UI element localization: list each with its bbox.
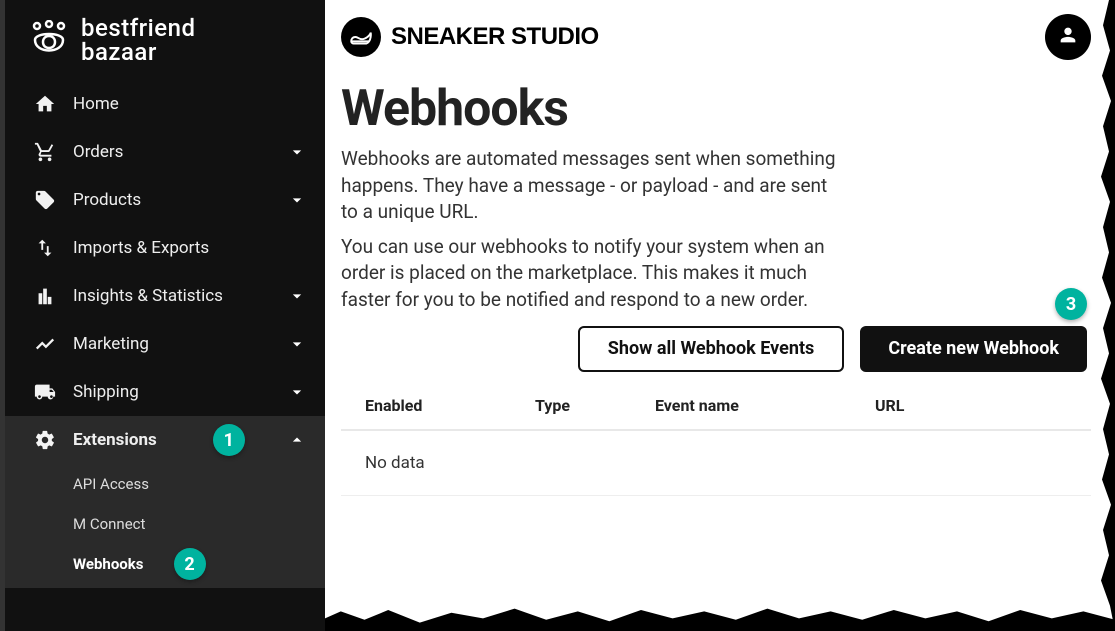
chevron-down-icon (287, 190, 307, 210)
sidebar-item-shipping[interactable]: Shipping (5, 368, 325, 416)
page-description-2: You can use our webhooks to notify your … (341, 234, 841, 314)
column-enabled: Enabled (365, 396, 535, 415)
nav-label: Extensions (73, 430, 157, 450)
page-description-1: Webhooks are automated messages sent whe… (341, 146, 841, 226)
nav-label: Imports & Exports (73, 238, 209, 258)
subnav-label: API Access (73, 475, 149, 493)
sidebar: bestfriend bazaar Home Orders (0, 0, 325, 631)
torn-edge-right (1095, 0, 1115, 631)
nav: Home Orders Products (5, 80, 325, 588)
main-content: SNEAKER STUDIO Webhooks Webhooks are aut… (325, 0, 1115, 631)
person-icon (1057, 24, 1079, 50)
chevron-down-icon (287, 382, 307, 402)
sidebar-item-imports-exports[interactable]: Imports & Exports (5, 224, 325, 272)
tag-icon (33, 189, 57, 211)
chevron-up-icon (287, 430, 307, 450)
sidebar-item-orders[interactable]: Orders (5, 128, 325, 176)
callout-badge-3: 3 (1055, 288, 1087, 320)
brand-logo-icon (341, 17, 381, 57)
nav-label: Products (73, 190, 141, 210)
import-export-icon (33, 237, 57, 259)
avatar-button[interactable] (1045, 14, 1091, 60)
sidebar-item-extensions[interactable]: Extensions 1 (5, 416, 325, 464)
logo-text: bestfriend bazaar (81, 16, 196, 64)
logo[interactable]: bestfriend bazaar (5, 8, 325, 80)
actions-row: Show all Webhook Events Create new Webho… (341, 326, 1087, 372)
show-all-events-button[interactable]: Show all Webhook Events (578, 326, 845, 372)
torn-edge-bottom (325, 603, 1115, 631)
cart-icon (33, 141, 57, 163)
subnav-extensions: API Access M Connect Webhooks 2 (5, 464, 325, 588)
bar-chart-icon (33, 285, 57, 307)
topbar: SNEAKER STUDIO (341, 10, 1091, 64)
nav-label: Shipping (73, 382, 139, 402)
gear-icon (33, 429, 57, 451)
create-webhook-button[interactable]: Create new Webhook (860, 326, 1087, 372)
nav-label: Home (73, 94, 119, 114)
nav-label: Orders (73, 142, 123, 162)
table-header: Enabled Type Event name URL (341, 396, 1091, 431)
brand-name: SNEAKER STUDIO (391, 23, 599, 51)
chevron-down-icon (287, 286, 307, 306)
column-url: URL (875, 396, 1067, 415)
chevron-down-icon (287, 334, 307, 354)
column-event: Event name (655, 396, 875, 415)
column-type: Type (535, 396, 655, 415)
chevron-down-icon (287, 142, 307, 162)
webhooks-table: Enabled Type Event name URL No data (341, 396, 1091, 496)
sidebar-item-home[interactable]: Home (5, 80, 325, 128)
subnav-item-m-connect[interactable]: M Connect (5, 504, 325, 544)
truck-icon (33, 381, 57, 403)
sidebar-item-products[interactable]: Products (5, 176, 325, 224)
subnav-label: M Connect (73, 515, 145, 533)
subnav-item-api-access[interactable]: API Access (5, 464, 325, 504)
table-empty-state: No data (341, 431, 1091, 496)
sidebar-item-marketing[interactable]: Marketing (5, 320, 325, 368)
page-title: Webhooks (341, 80, 1091, 138)
callout-badge-1: 1 (213, 424, 245, 456)
subnav-label: Webhooks (73, 555, 144, 573)
logo-icon (29, 20, 75, 60)
trend-icon (33, 333, 57, 355)
home-icon (33, 93, 57, 115)
sidebar-item-insights[interactable]: Insights & Statistics (5, 272, 325, 320)
nav-label: Marketing (73, 334, 149, 354)
callout-badge-2: 2 (174, 548, 206, 580)
subnav-item-webhooks[interactable]: Webhooks 2 (5, 544, 325, 584)
nav-label: Insights & Statistics (73, 286, 223, 306)
brand: SNEAKER STUDIO (341, 17, 599, 57)
